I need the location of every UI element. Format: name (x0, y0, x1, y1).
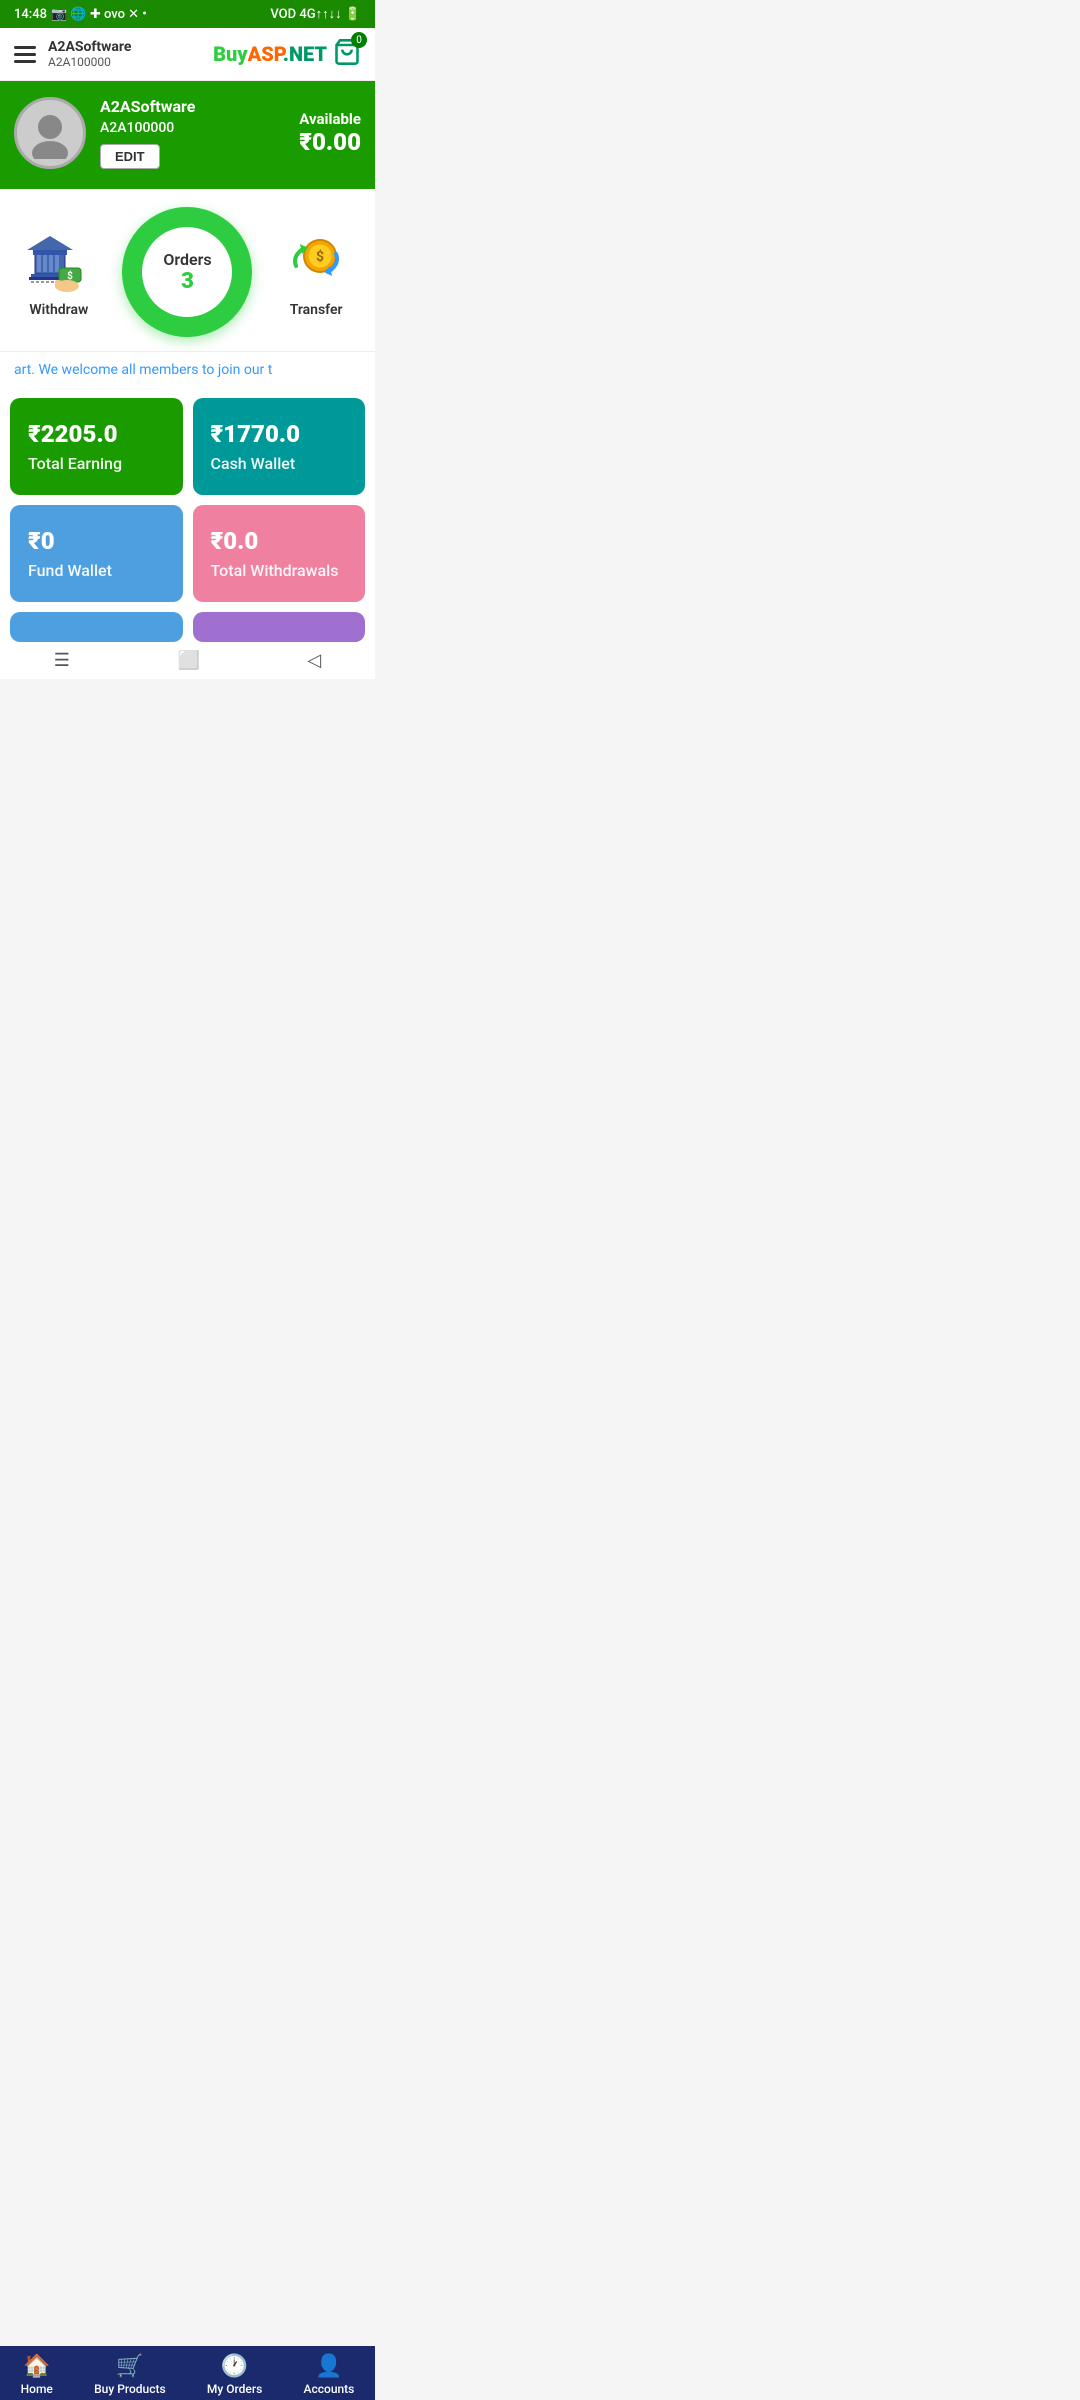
transfer-icon: $ (282, 226, 350, 294)
transfer-label: Transfer (290, 302, 343, 318)
total-earning-amount: ₹2205.0 (28, 420, 165, 448)
orders-label: Orders (163, 250, 211, 269)
withdraw-icon: $ (25, 226, 93, 294)
system-menu-icon[interactable]: ☰ (54, 650, 70, 671)
nav-user-info: A2ASoftware A2A100000 (48, 39, 131, 69)
nav-accounts-label: Accounts (304, 2382, 355, 2396)
welcome-text: art. We welcome all members to join our … (0, 351, 375, 388)
status-bar: 14:48 📷 🌐 ✚ ovo ✕ • VOD 4G↑↑↓↓ 🔋 (0, 0, 375, 28)
total-withdrawals-amount: ₹0.0 (211, 527, 348, 555)
cash-wallet-card[interactable]: ₹1770.0 Cash Wallet (193, 398, 366, 495)
nav-accounts[interactable]: 👤 Accounts (304, 2354, 355, 2396)
cash-wallet-amount: ₹1770.0 (211, 420, 348, 448)
orders-circle[interactable]: Orders 3 (122, 207, 252, 337)
total-earning-label: Total Earning (28, 454, 165, 473)
profile-banner: A2ASoftware A2A100000 EDIT Available ₹0.… (0, 81, 375, 189)
cart-badge: 0 (351, 32, 367, 48)
accounts-nav-icon: 👤 (315, 2354, 342, 2379)
profile-name: A2ASoftware (100, 97, 195, 116)
home-icon: 🏠 (23, 2354, 50, 2379)
bottom-nav: 🏠 Home 🛒 Buy Products 🕐 My Orders 👤 Acco… (0, 2346, 375, 2400)
system-back-icon[interactable]: ◁ (307, 650, 321, 671)
total-withdrawals-label: Total Withdrawals (211, 561, 348, 580)
transfer-button[interactable]: $ Transfer (282, 226, 350, 318)
app-logo: BuyASP.NET 0 (213, 38, 361, 70)
nav-my-orders[interactable]: 🕐 My Orders (207, 2354, 262, 2396)
withdraw-button[interactable]: $ Withdraw (25, 226, 93, 318)
nav-user-id: A2A100000 (48, 55, 131, 69)
fund-wallet-card[interactable]: ₹0 Fund Wallet (10, 505, 183, 602)
nav-buy-label: Buy Products (94, 2382, 166, 2396)
profile-info: A2ASoftware A2A100000 EDIT (100, 97, 195, 169)
fund-wallet-amount: ₹0 (28, 527, 165, 555)
system-home-icon[interactable]: ⬜ (177, 650, 199, 671)
avatar (14, 97, 86, 169)
edit-button[interactable]: EDIT (100, 144, 160, 169)
total-withdrawals-card[interactable]: ₹0.0 Total Withdrawals (193, 505, 366, 602)
nav-orders-label: My Orders (207, 2382, 262, 2396)
menu-button[interactable] (14, 46, 36, 63)
status-time: 14:48 📷 🌐 ✚ ovo ✕ • (14, 7, 147, 22)
status-icons: VOD 4G↑↑↓↓ 🔋 (270, 6, 361, 22)
svg-text:$: $ (316, 248, 324, 265)
fund-wallet-label: Fund Wallet (28, 561, 165, 580)
top-nav: A2ASoftware A2A100000 BuyASP.NET 0 (0, 28, 375, 81)
partial-card-blue (10, 612, 183, 642)
nav-buy-products[interactable]: 🛒 Buy Products (94, 2354, 166, 2396)
nav-home[interactable]: 🏠 Home (21, 2354, 53, 2396)
partial-card-purple (193, 612, 366, 642)
stats-grid: ₹2205.0 Total Earning ₹1770.0 Cash Walle… (0, 388, 375, 602)
cart-button[interactable]: 0 (333, 38, 361, 70)
profile-id: A2A100000 (100, 120, 195, 136)
withdraw-label: Withdraw (29, 302, 88, 318)
available-balance: Available ₹0.00 (299, 110, 361, 156)
cash-wallet-label: Cash Wallet (211, 454, 348, 473)
orders-count: 3 (181, 269, 194, 294)
actions-section: $ Withdraw Orders 3 $ (0, 189, 375, 351)
nav-home-label: Home (21, 2382, 53, 2396)
nav-user-name: A2ASoftware (48, 39, 131, 55)
partial-cards (0, 602, 375, 642)
total-earning-card[interactable]: ₹2205.0 Total Earning (10, 398, 183, 495)
system-nav: ☰ ⬜ ◁ (0, 642, 375, 679)
cart-nav-icon: 🛒 (116, 2354, 143, 2379)
orders-nav-icon: 🕐 (221, 2354, 248, 2379)
